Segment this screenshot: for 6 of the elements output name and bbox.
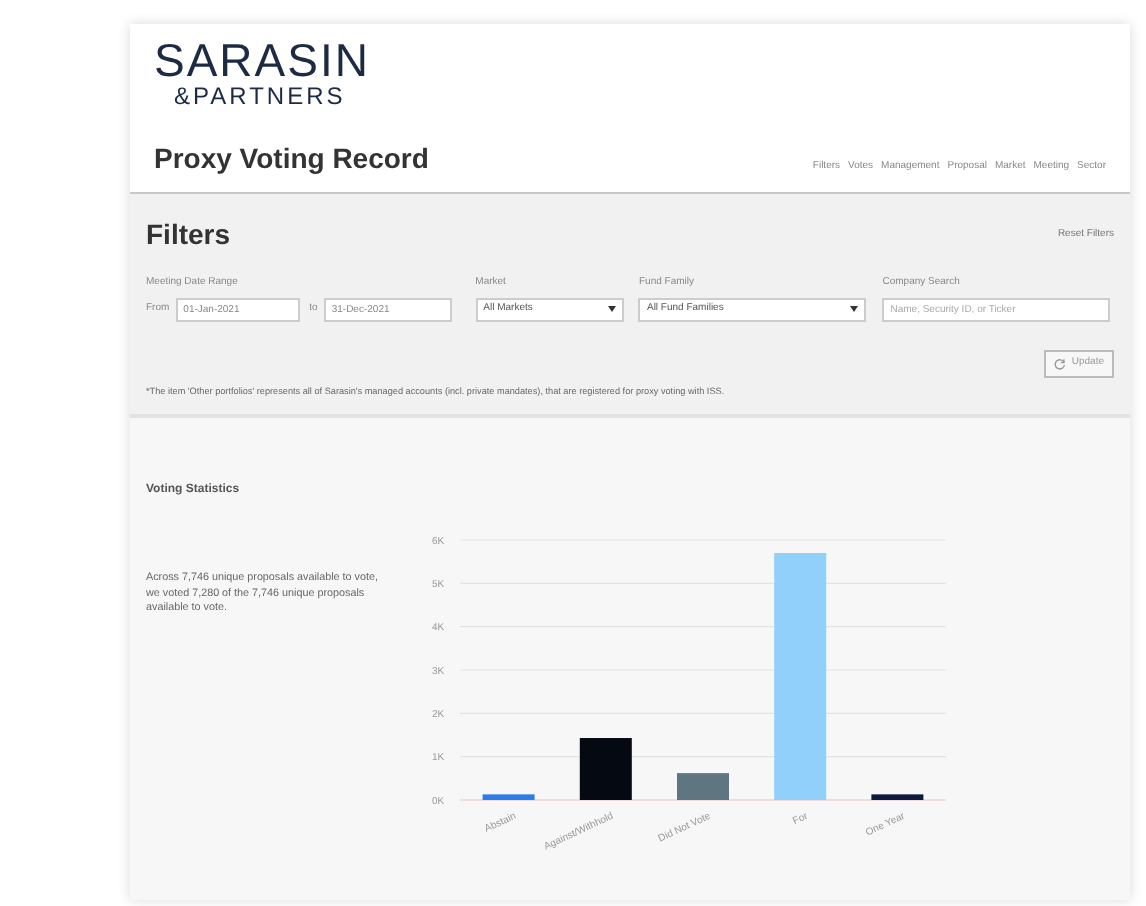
caret-icon bbox=[850, 306, 859, 312]
refresh-icon bbox=[1053, 357, 1066, 369]
section-title: Filters bbox=[146, 216, 231, 254]
page-title: Proxy Voting Record bbox=[154, 140, 429, 178]
logo: SARASIN &PARTNERS bbox=[154, 36, 370, 110]
caret-icon bbox=[607, 306, 616, 312]
